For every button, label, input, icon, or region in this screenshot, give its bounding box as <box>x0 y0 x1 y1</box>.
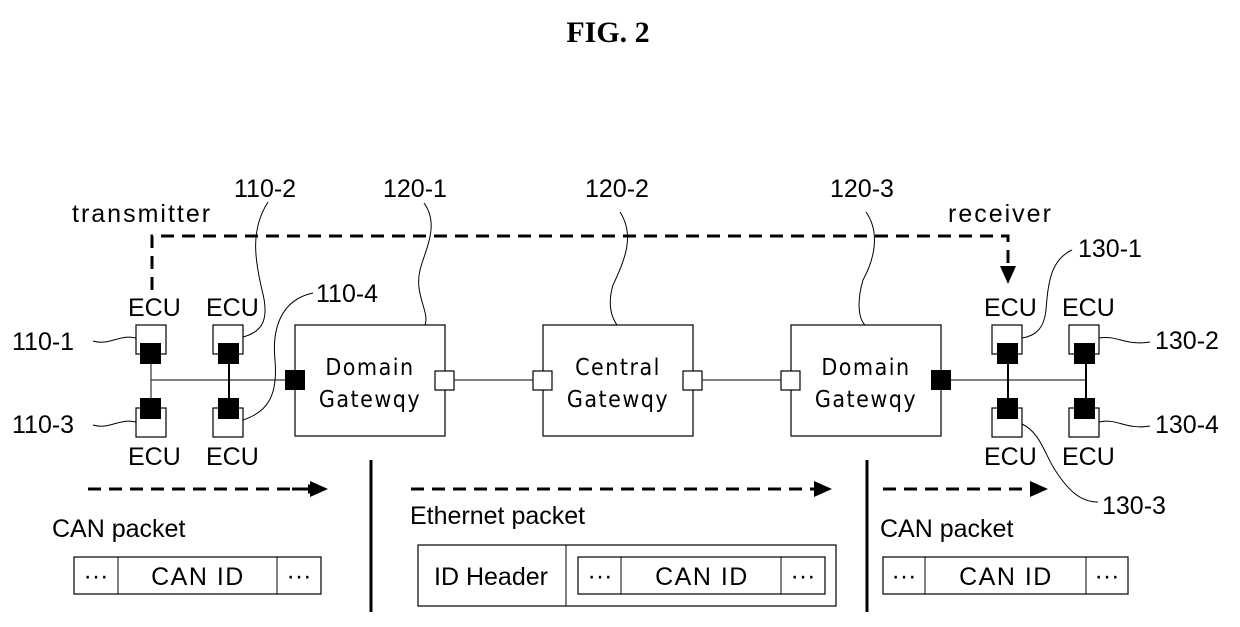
packet-name-left: CAN packet <box>52 515 185 543</box>
can-port <box>285 370 305 390</box>
leader-line <box>92 420 137 427</box>
ecu-130-1: ECU <box>984 294 1037 364</box>
ecu-110-4: ECU <box>206 398 259 471</box>
ref-120-3: 120-3 <box>830 175 894 203</box>
ecu-label: ECU <box>206 294 259 322</box>
packet-field: ··· <box>84 562 109 590</box>
ref-110-4: 110-4 <box>316 280 378 308</box>
leader-line <box>418 202 432 326</box>
packet-field: CAN ID <box>655 563 749 591</box>
ecu-110-3: ECU <box>128 398 181 471</box>
packet-field: ··· <box>1095 562 1120 590</box>
ecu-label: ECU <box>984 294 1037 322</box>
ethernet-port <box>532 370 553 391</box>
ecu-130-4: ECU <box>1062 398 1115 471</box>
ref-110-3: 110-3 <box>12 411 74 439</box>
domain-gateway-120-3: Domain Gatewqy <box>780 324 951 437</box>
ecu-label: ECU <box>128 294 181 322</box>
transmission-path <box>150 234 1010 290</box>
can-packet-right: ··· CAN ID ··· <box>882 556 1129 595</box>
central-gateway-120-2: Central Gatewqy <box>532 324 703 437</box>
ethernet-packet: ID Header ··· CAN ID ··· <box>417 544 837 607</box>
figure-title: FIG. 2 <box>566 16 649 49</box>
gateway-label: Gatewqy <box>567 387 669 413</box>
gateway-label: Domain <box>325 355 414 381</box>
ecu-label: ECU <box>128 443 181 471</box>
ecu-130-2: ECU <box>1062 294 1115 364</box>
ecu-130-3: ECU <box>984 398 1037 471</box>
packet-field: ··· <box>588 562 613 590</box>
receiver-arrow-icon <box>1000 266 1016 284</box>
ref-130-3: 130-3 <box>1102 492 1166 520</box>
arrow-head-icon <box>310 481 328 497</box>
leader-line <box>1098 420 1151 428</box>
ecu-label: ECU <box>1062 294 1115 322</box>
packet-field: CAN ID <box>959 563 1053 591</box>
transmitter-label: transmitter <box>72 200 212 228</box>
gateway-label: Domain <box>821 355 910 381</box>
leader-line <box>858 211 875 326</box>
leader-line <box>92 336 137 343</box>
ecu-label: ECU <box>1062 443 1115 471</box>
ecu-110-2: ECU <box>206 294 259 364</box>
gateway-label: Central <box>575 355 661 381</box>
arrow-head-icon <box>814 481 832 497</box>
domain-gateway-120-1: Domain Gatewqy <box>285 324 455 437</box>
ref-110-2: 110-2 <box>234 175 296 203</box>
id-header-field: ID Header <box>434 563 548 591</box>
ref-110-1: 110-1 <box>12 328 74 356</box>
network-diagram: FIG. 2 transmitter receiver ECU ECU ECU … <box>12 16 1219 612</box>
can-packet-left: ··· CAN ID ··· <box>73 556 322 595</box>
packet-field: ··· <box>892 562 917 590</box>
ref-130-2: 130-2 <box>1155 327 1219 355</box>
gateway-label: Gatewqy <box>319 387 421 413</box>
ethernet-port <box>780 370 801 391</box>
packet-field: CAN ID <box>151 563 245 591</box>
packet-name-middle: Ethernet packet <box>410 502 585 530</box>
ecu-label: ECU <box>984 443 1037 471</box>
ref-120-2: 120-2 <box>585 175 649 203</box>
ecu-label: ECU <box>206 443 259 471</box>
arrow-head-icon <box>1030 481 1048 497</box>
packet-field: ··· <box>791 562 816 590</box>
packet-field: ··· <box>287 562 312 590</box>
ethernet-port <box>682 370 703 391</box>
ref-120-1: 120-1 <box>383 175 447 203</box>
ref-130-4: 130-4 <box>1155 411 1219 439</box>
ref-130-1: 130-1 <box>1078 235 1142 263</box>
leader-line <box>1098 336 1151 344</box>
receiver-label: receiver <box>948 200 1053 228</box>
ecu-110-1: ECU <box>128 294 181 364</box>
leader-line <box>609 211 628 326</box>
can-port <box>931 370 951 390</box>
gateway-label: Gatewqy <box>815 387 917 413</box>
packet-name-right: CAN packet <box>880 515 1013 543</box>
ethernet-port <box>434 370 455 391</box>
